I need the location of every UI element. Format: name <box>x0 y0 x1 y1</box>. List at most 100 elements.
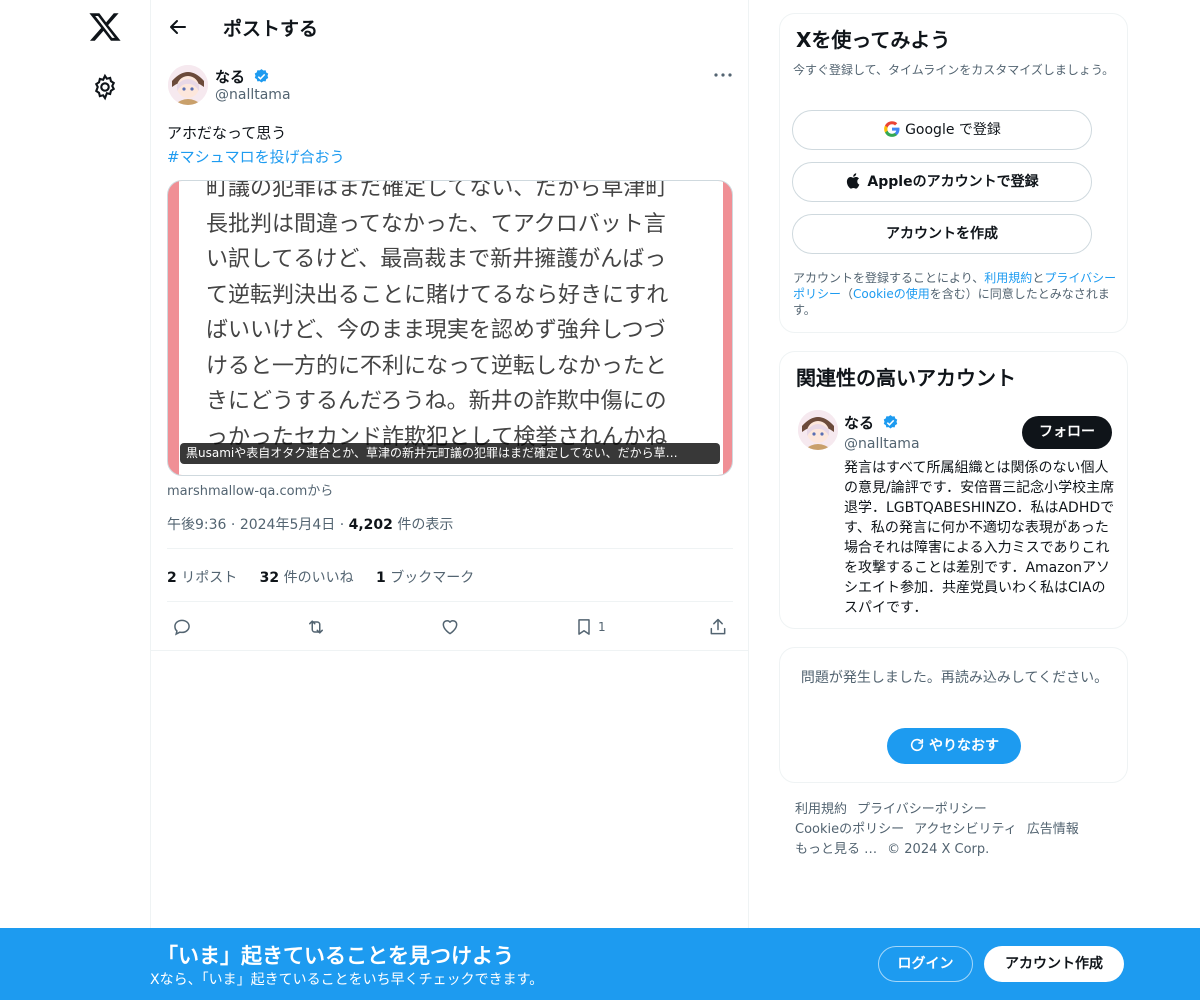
bookmarks-count: 1 <box>376 570 386 586</box>
footer-row: 利用規約 プライバシーポリシー <box>795 800 1115 820</box>
views-label: 件の表示 <box>397 517 454 533</box>
author-name[interactable]: なる <box>215 66 270 87</box>
post-date[interactable]: 2024年5月4日 <box>240 517 335 533</box>
bookmarks-stat[interactable]: 1 ブックマーク <box>376 570 474 586</box>
media-text-line: 町議の犯罪はまだ確定してない、だから草津町 <box>206 180 668 201</box>
retry-button[interactable]: やりなおす <box>887 728 1021 764</box>
divider <box>167 601 733 602</box>
like-icon[interactable] <box>435 612 465 642</box>
media-text-line: けると一方的に不利になって逆転しなかったと <box>206 353 667 379</box>
error-message: 問題が発生しました。再読み込みしてください。 <box>800 670 1109 686</box>
media-text-line: て逆転判決出ることに賭けてるなら好きにすれ <box>206 282 669 308</box>
google-icon <box>884 121 900 137</box>
likes-stat[interactable]: 32 件のいいね <box>260 570 354 586</box>
author-name-text: なる <box>215 68 246 86</box>
reposts-stat[interactable]: 2 リポスト <box>167 570 237 586</box>
banner-subtitle: Xなら、「いま」起きていることをいち早くチェックできます。 <box>150 972 544 988</box>
related-accounts-panel: 関連性の高いアカウント なる @nalltama フォロー 発言はすべて所属組織… <box>779 351 1128 629</box>
main-column: ポストする なる @nalltama アホだなって思う #マシュマロを投げ合おう… <box>150 0 749 1000</box>
google-signup-button[interactable]: Google で登録 <box>792 110 1092 150</box>
terms-link[interactable]: 利用規約 <box>984 271 1032 285</box>
post-actions: 1 <box>151 612 750 642</box>
verified-badge-icon <box>253 68 270 85</box>
post-meta: 午後9:36 · 2024年5月4日 · 4,202 件の表示 <box>167 514 453 534</box>
error-panel: 問題が発生しました。再読み込みしてください。 やりなおす <box>779 647 1128 783</box>
footer-more-link[interactable]: もっと見る … <box>795 842 877 857</box>
repost-icon[interactable] <box>301 612 331 642</box>
related-account-handle[interactable]: @nalltama <box>844 436 920 452</box>
cookie-link[interactable]: Cookieの使用 <box>853 287 930 301</box>
post-text: アホだなって思う #マシュマロを投げ合おう <box>167 121 345 169</box>
footer-accessibility-link[interactable]: アクセシビリティ <box>914 822 1017 837</box>
media-text: 町議の犯罪はまだ確定してない、だから草津町長批判は間違ってなかった、てアクロバッ… <box>206 180 669 455</box>
gear-icon[interactable] <box>91 73 119 101</box>
google-signup-label: Google で登録 <box>905 122 1001 138</box>
related-title: 関連性の高いアカウント <box>796 366 1016 390</box>
link-source[interactable]: marshmallow-qa.comから <box>167 480 333 499</box>
follow-button[interactable]: フォロー <box>1022 416 1112 449</box>
reposts-label: リポスト <box>181 570 238 586</box>
post-media[interactable]: 町議の犯罪はまだ確定してない、だから草津町長批判は間違ってなかった、てアクロバッ… <box>167 180 733 476</box>
copyright: © 2024 X Corp. <box>887 842 990 857</box>
avatar[interactable] <box>798 410 838 450</box>
likes-label: 件のいいね <box>283 570 354 586</box>
signup-description: 今すぐ登録して、タイムラインをカスタマイズしましょう。 <box>793 63 1115 77</box>
signup-banner: 「いま」起きていることを見つけよう Xなら、「いま」起きていることをいち早くチェ… <box>0 928 1200 1000</box>
signup-legal: アカウントを登録することにより、利用規約とプライバシーポリシー（Cookieの使… <box>793 270 1121 318</box>
create-account-button[interactable]: アカウントを作成 <box>792 214 1092 254</box>
post-stats: 2 リポスト 32 件のいいね 1 ブックマーク <box>167 567 492 587</box>
footer-terms-link[interactable]: 利用規約 <box>795 802 847 817</box>
apple-signup-button[interactable]: Appleのアカウントで登録 <box>792 162 1092 202</box>
more-options-icon[interactable] <box>711 64 735 86</box>
avatar[interactable] <box>168 65 208 105</box>
media-text-line: 長批判は間違ってなかった、てアクロバット言 <box>206 211 666 237</box>
legal-text: と <box>1032 271 1045 285</box>
divider <box>151 650 749 651</box>
media-text-line: い訳してるけど、最高裁まで新井擁護がんばっ <box>206 247 667 272</box>
related-account-bio: 発言はすべて所属組織とは関係のない個人の意見/論評です．安倍晋三記念小学校主席退… <box>844 460 1115 616</box>
author-handle[interactable]: @nalltama <box>215 87 291 103</box>
post-body: アホだなって思う <box>167 124 287 142</box>
footer-ads-link[interactable]: 広告情報 <box>1027 822 1079 837</box>
signup-title: Xを使ってみよう <box>796 28 951 52</box>
footer-cookie-link[interactable]: Cookieのポリシー <box>795 822 904 837</box>
share-icon[interactable] <box>703 612 733 642</box>
hashtag-link[interactable]: #マシュマロを投げ合おう <box>167 145 345 169</box>
bookmarks-label: ブックマーク <box>390 570 475 586</box>
retry-label: やりなおす <box>929 738 999 754</box>
banner-title: 「いま」起きていることを見つけよう <box>157 944 514 968</box>
related-account-name[interactable]: なる <box>844 412 899 433</box>
reposts-count: 2 <box>167 570 177 586</box>
page-header: ポストする <box>151 0 750 53</box>
bookmark-icon[interactable] <box>569 612 599 642</box>
legal-text: （ <box>841 287 854 301</box>
left-nav <box>0 0 150 1000</box>
media-card: 町議の犯罪はまだ確定してない、だから草津町長批判は間違ってなかった、てアクロバッ… <box>179 180 723 475</box>
footer-links: 利用規約 プライバシーポリシー Cookieのポリシー アクセシビリティ 広告情報 も… <box>795 800 1115 860</box>
reply-icon[interactable] <box>167 612 197 642</box>
media-text-line: ばいいけど、今のまま現実を認めず強弁しつづ <box>206 318 666 343</box>
signup-panel: Xを使ってみよう 今すぐ登録して、タイムラインをカスタマイズしましょう。 Goo… <box>779 13 1128 333</box>
refresh-icon <box>910 738 924 752</box>
footer-row: もっと見る … © 2024 X Corp. <box>795 840 1115 860</box>
banner-create-account-button[interactable]: アカウント作成 <box>984 946 1124 982</box>
login-button[interactable]: ログイン <box>878 946 973 982</box>
related-name-text: なる <box>844 414 875 432</box>
meta-sep: · <box>339 517 345 533</box>
meta-sep: · <box>230 517 236 533</box>
apple-signup-label: Appleのアカウントで登録 <box>867 174 1039 190</box>
page-title: ポストする <box>223 18 319 40</box>
media-alt-caption: 黒usamiや表自オタク連合とか、草津の新井元町議の犯罪はまだ確定してない、だか… <box>180 443 720 464</box>
post-time[interactable]: 午後9:36 <box>167 517 226 533</box>
legal-text: アカウントを登録することにより、 <box>793 271 985 285</box>
footer-privacy-link[interactable]: プライバシーポリシー <box>857 802 987 817</box>
x-logo-icon[interactable] <box>88 10 122 44</box>
views-count: 4,202 <box>348 517 393 533</box>
media-text-line: きにどうするんだろうね。新井の詐欺中傷にの <box>206 389 667 414</box>
likes-count: 32 <box>259 570 280 586</box>
divider <box>167 548 733 549</box>
footer-row: Cookieのポリシー アクセシビリティ 広告情報 <box>795 820 1115 840</box>
verified-badge-icon <box>882 414 899 431</box>
back-arrow-icon[interactable] <box>163 12 193 42</box>
bookmark-count: 1 <box>598 620 606 634</box>
